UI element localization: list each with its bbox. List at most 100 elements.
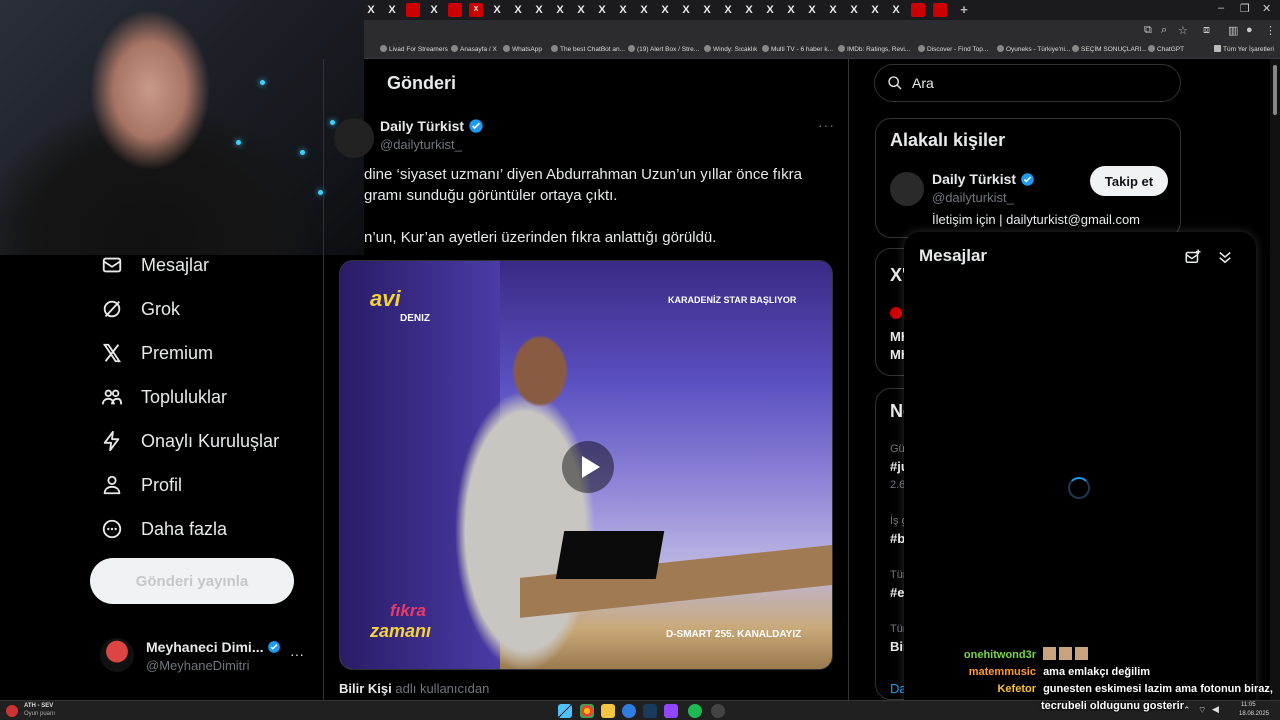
bookmark-favicon-icon (380, 45, 387, 52)
browser-tab[interactable]: X (763, 3, 777, 17)
page-scrollbar[interactable] (1270, 59, 1280, 700)
browser-tab[interactable]: X (574, 3, 588, 17)
tweet-avatar[interactable] (334, 118, 374, 158)
browser-tab[interactable]: X (553, 3, 567, 17)
clock-date[interactable]: 18.08.2025 (1239, 711, 1269, 717)
browser-tab[interactable] (406, 3, 420, 17)
browser-tab[interactable]: X (889, 3, 903, 17)
bookmark-item[interactable]: Windy: Sıcaklık (704, 45, 757, 53)
tweet-author-name[interactable]: Daily Türkist (380, 118, 484, 134)
tweet-author-handle[interactable]: @dailyturkist_ (380, 137, 462, 152)
browser-tab[interactable]: X (532, 3, 546, 17)
browser-tab[interactable] (911, 3, 925, 17)
browser-tab[interactable]: X (679, 3, 693, 17)
nav-grok[interactable]: Grok (100, 295, 180, 323)
tweet-text-line: gramı sunduğu görüntüler ortaya çıktı. (364, 187, 618, 204)
start-icon[interactable] (558, 704, 572, 718)
maximize-button[interactable]: ❐ (1240, 2, 1250, 15)
trend-item[interactable]: #e (890, 585, 904, 600)
tweet-video[interactable]: avi DENIZ KARADENİZ STAR BAŞLIYOR fıkra … (339, 260, 833, 670)
browser-tab[interactable]: X (826, 3, 840, 17)
browser-tab[interactable]: X (427, 3, 441, 17)
bookmark-item[interactable]: Multi TV - 6 haber k... (762, 45, 833, 53)
all-bookmarks[interactable]: Tüm Yer İşaretleri (1214, 45, 1274, 53)
collapse-icon[interactable] (1214, 246, 1236, 268)
steam-icon[interactable] (643, 704, 657, 718)
browser-tab[interactable]: X (847, 3, 861, 17)
bookmark-favicon-icon (997, 45, 1004, 52)
chrome-icon[interactable] (580, 704, 594, 718)
new-tab-button[interactable]: + (957, 3, 971, 17)
bookmark-item[interactable]: Discover - Find Top... (918, 45, 988, 53)
browser-tab[interactable]: X (616, 3, 630, 17)
account-switcher[interactable]: Meyhaneci Dimi... @MeyhaneDimitri ··· (100, 636, 315, 676)
messages-title: Mesajlar (919, 246, 988, 265)
bookmark-item[interactable]: WhatsApp (503, 45, 542, 53)
related-avatar[interactable] (890, 172, 924, 206)
play-button[interactable] (562, 441, 614, 493)
bookmark-item[interactable]: IMDb: Ratings, Revi... (838, 45, 910, 53)
obs-icon[interactable] (711, 704, 725, 718)
nav-profile[interactable]: Profil (100, 471, 182, 499)
zoom-icon[interactable]: ⌕ (1161, 24, 1167, 37)
install-icon[interactable]: ⧉ (1144, 24, 1152, 37)
bookmark-item[interactable]: Livad For Streamers (380, 45, 448, 53)
browser-tab[interactable]: X (658, 3, 672, 17)
app-icon[interactable] (622, 704, 636, 718)
browser-tab[interactable]: X (469, 3, 483, 17)
network-icon[interactable]: ⌔ (1198, 705, 1206, 716)
nav-messages[interactable]: Mesajlar (100, 251, 209, 279)
tweet-more-button[interactable]: ··· (818, 117, 835, 133)
browser-tab[interactable]: X (511, 3, 525, 17)
nav-verified-orgs[interactable]: Onaylı Kuruluşlar (100, 427, 279, 455)
video-attribution[interactable]: Bilir Kişi adlı kullanıcıdan (339, 681, 489, 696)
menu-icon[interactable]: ⋮ (1265, 24, 1276, 37)
nav-more[interactable]: Daha fazla (100, 515, 227, 543)
browser-tab[interactable]: X (490, 3, 504, 17)
folder-icon[interactable] (601, 704, 615, 718)
post-button[interactable]: Gönderi yayınla (90, 558, 294, 604)
messages-drawer: Mesajlar (904, 232, 1256, 702)
related-name[interactable]: Daily Türkist (932, 171, 1035, 187)
close-window-button[interactable]: ✕ (1262, 2, 1271, 15)
star-icon[interactable]: ☆ (1178, 24, 1188, 37)
trend-item[interactable]: #b (890, 531, 905, 546)
tray-chevron-icon[interactable]: ⌃ (1183, 705, 1191, 716)
new-message-icon[interactable] (1182, 246, 1204, 268)
bookmark-item[interactable]: Oyuneks - Türkiye'ni... (997, 45, 1070, 53)
bookmark-item[interactable]: SEÇİM SONUÇLARI... (1072, 45, 1147, 53)
related-handle[interactable]: @dailyturkist_ (932, 190, 1014, 205)
browser-tab[interactable]: X (700, 3, 714, 17)
browser-tab[interactable]: X (364, 3, 378, 17)
bookmark-item[interactable]: ChatGPT (1148, 45, 1184, 53)
minimize-button[interactable]: – (1218, 2, 1224, 14)
browser-tab[interactable]: X (637, 3, 651, 17)
nav-premium[interactable]: Premium (100, 339, 213, 367)
emote-icon (1043, 647, 1090, 660)
browser-tab[interactable]: X (784, 3, 798, 17)
extensions-icon[interactable]: ⧈ (1203, 24, 1210, 37)
browser-tab[interactable]: X (868, 3, 882, 17)
browser-tab[interactable] (448, 3, 462, 17)
nav-communities[interactable]: Topluluklar (100, 383, 227, 411)
profile-icon[interactable]: ● (1246, 24, 1253, 36)
bookmark-item[interactable]: Anasayfa / X (451, 45, 497, 53)
bookmark-item[interactable]: The best ChatBot an... (551, 45, 625, 53)
browser-tab[interactable]: X (385, 3, 399, 17)
browser-tab[interactable] (933, 3, 947, 17)
volume-icon[interactable]: ◀ (1212, 704, 1219, 715)
account-more-button[interactable]: ··· (290, 646, 304, 662)
clock-time[interactable]: 11:05 (1241, 702, 1256, 708)
browser-tab[interactable]: X (595, 3, 609, 17)
search-input[interactable]: Ara (874, 64, 1181, 102)
sidebar-icon[interactable]: ▥ (1228, 24, 1238, 37)
twitch-icon[interactable] (664, 704, 678, 718)
follow-button[interactable]: Takip et (1090, 166, 1168, 196)
weather-icon[interactable] (6, 705, 18, 717)
bookmark-favicon-icon (551, 45, 558, 52)
browser-tab[interactable]: X (805, 3, 819, 17)
browser-tab[interactable]: X (721, 3, 735, 17)
spotify-icon[interactable] (688, 704, 702, 718)
bookmark-item[interactable]: (19) Alert Box / Stre... (628, 45, 699, 53)
browser-tab[interactable]: X (742, 3, 756, 17)
